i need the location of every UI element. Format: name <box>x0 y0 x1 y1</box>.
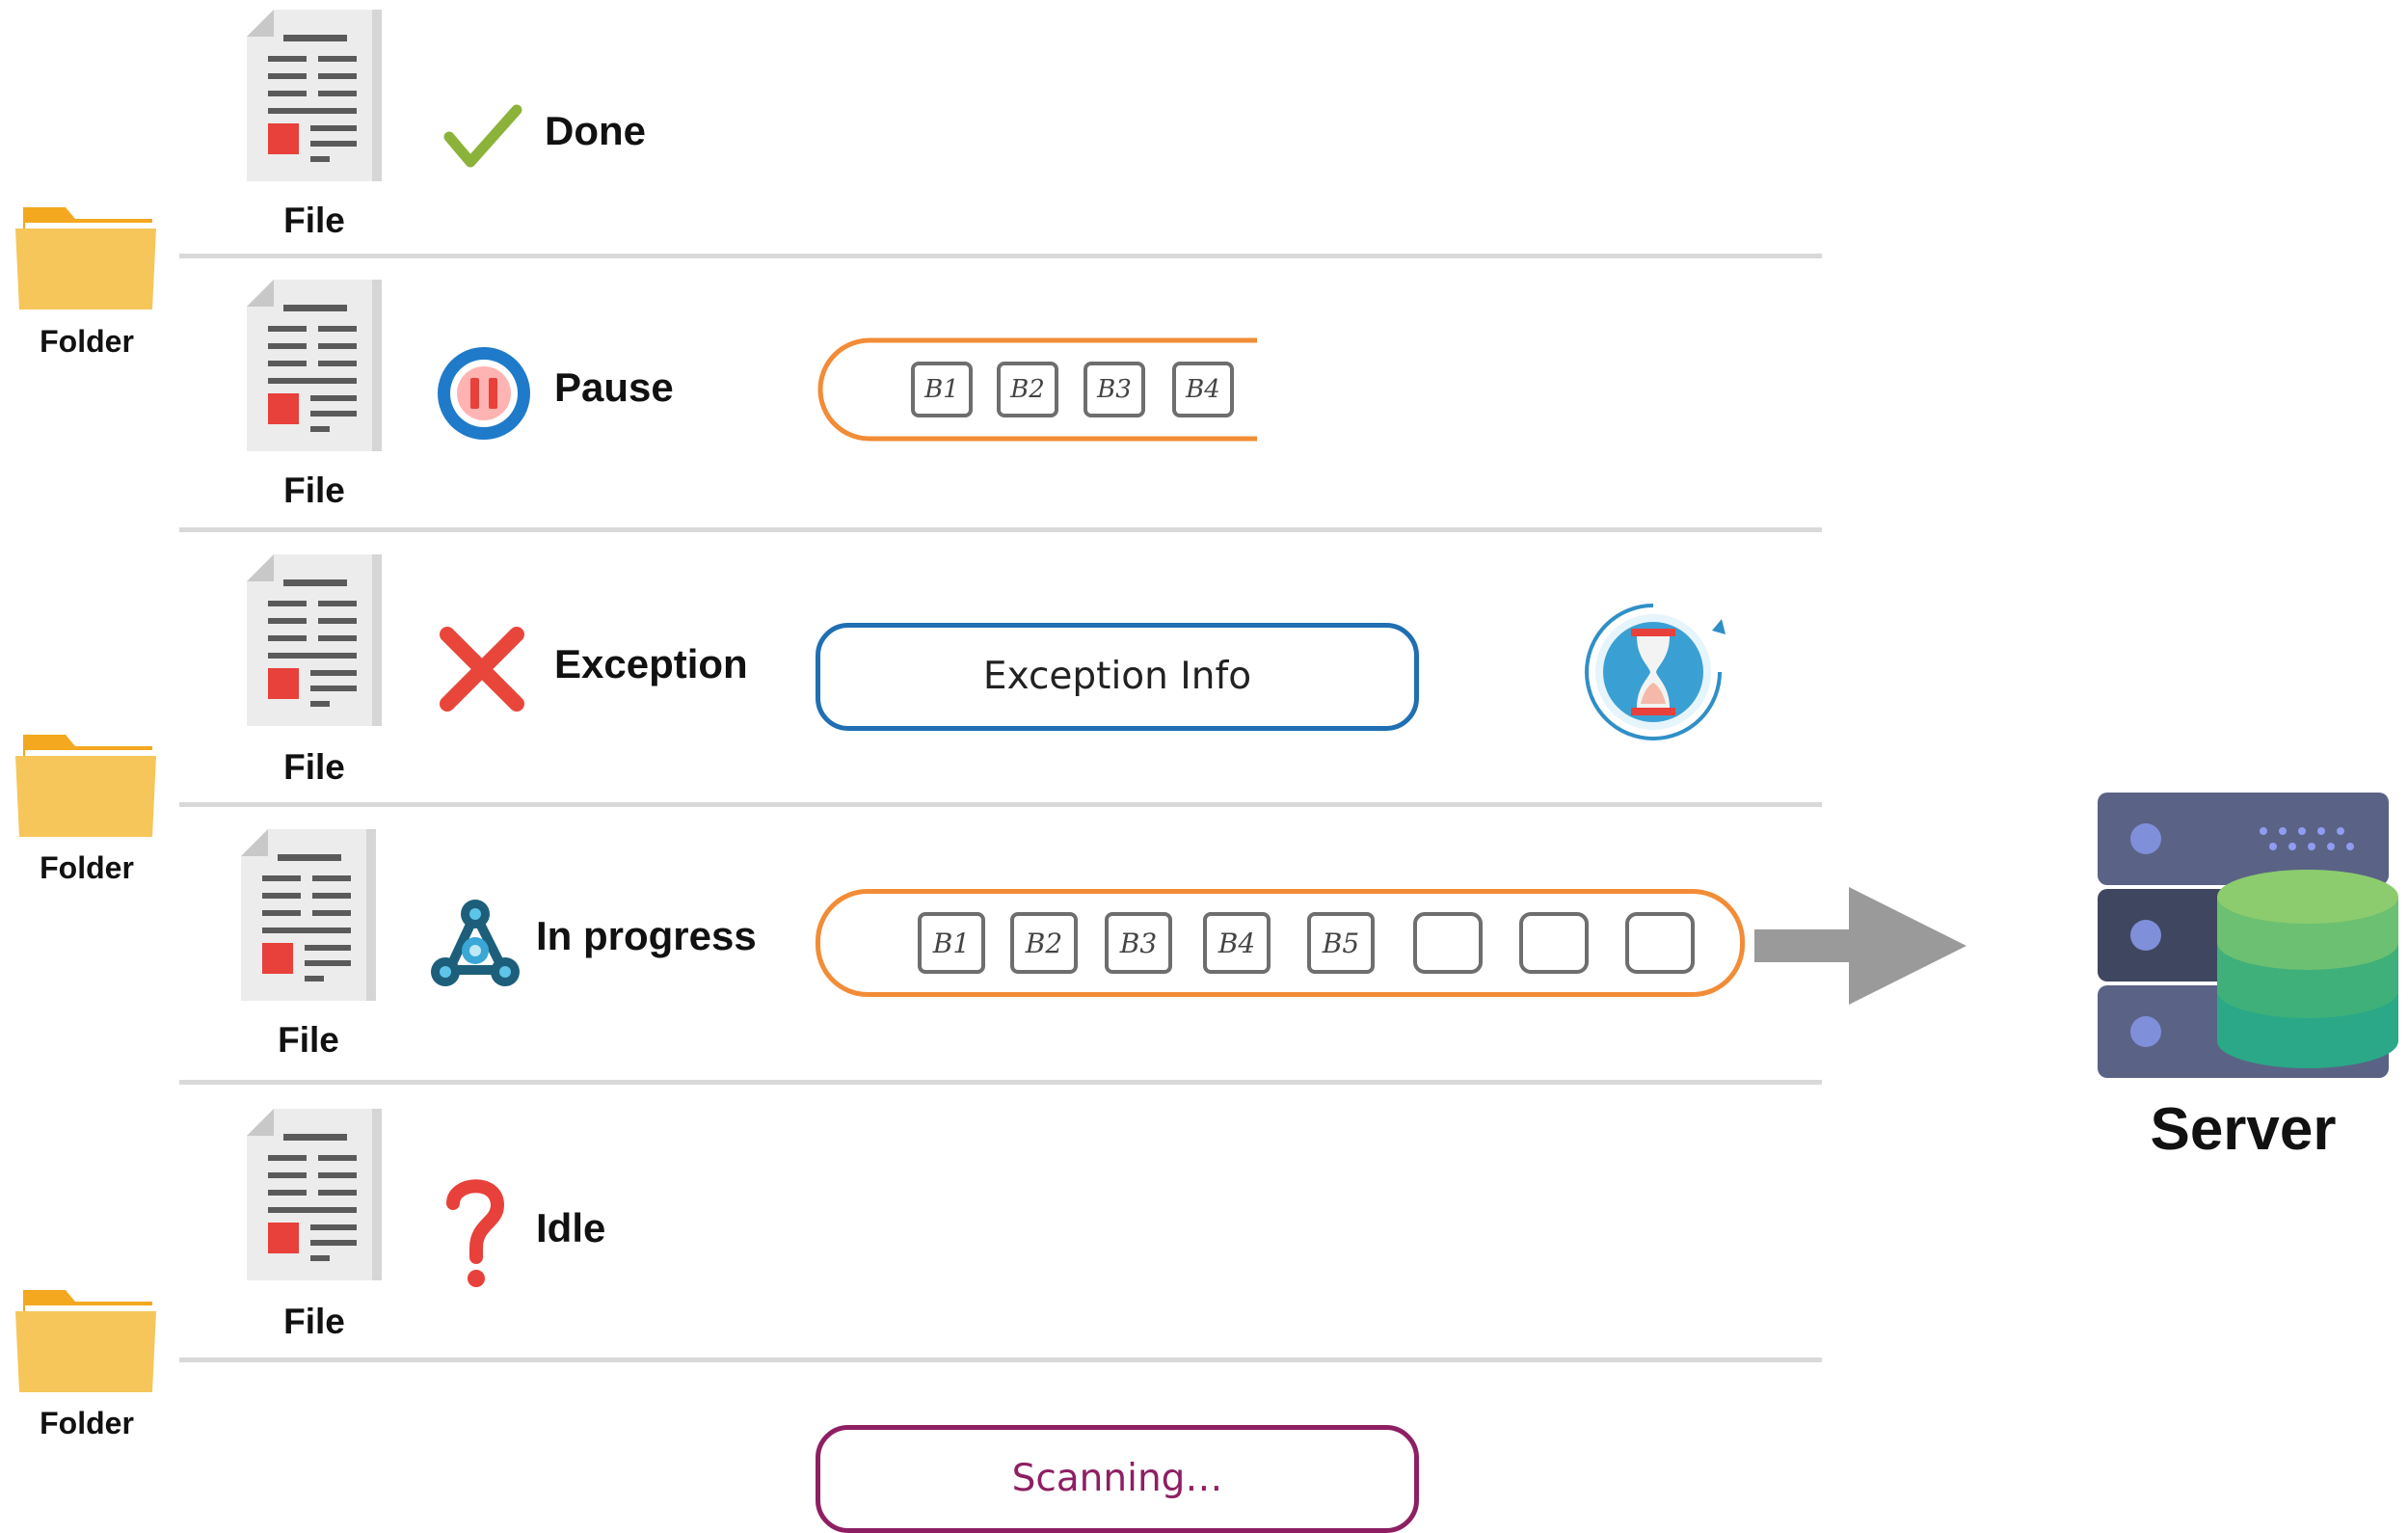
empty-block-chip <box>1625 912 1695 974</box>
row-divider <box>179 527 1822 532</box>
folder-icon <box>15 1290 156 1392</box>
empty-block-chip <box>1519 912 1589 974</box>
status-label-pause: Pause <box>554 364 674 410</box>
folder-icon <box>15 207 156 309</box>
block-chip: B1 <box>918 912 985 974</box>
pause-icon <box>438 347 530 440</box>
upload-arrow <box>1754 887 1967 1005</box>
block-chip: B2 <box>1010 912 1078 974</box>
server-label: Server <box>2150 1096 2337 1163</box>
row-divider <box>179 254 1822 258</box>
file-label: File <box>283 1302 345 1341</box>
folder-label: Folder <box>40 850 134 885</box>
block-chip: B5 <box>1307 912 1375 974</box>
status-label-exception: Exception <box>554 641 748 686</box>
row-divider <box>179 1358 1822 1362</box>
server-icon <box>2098 793 2398 1078</box>
file-icon <box>241 829 376 1001</box>
block-chip: B1 <box>911 362 973 417</box>
hourglass-retry-icon <box>1585 604 1726 740</box>
status-label-done: Done <box>545 108 646 153</box>
file-label: File <box>278 1020 339 1060</box>
exception-info-text: Exception Info <box>982 655 1252 698</box>
file-icon <box>247 10 382 181</box>
status-label-in-progress: In progress <box>536 913 757 958</box>
file-label: File <box>283 471 345 510</box>
row-divider <box>179 1080 1822 1085</box>
block-chip: B4 <box>1172 362 1234 417</box>
cross-icon <box>440 627 524 712</box>
block-chip: B3 <box>1105 912 1172 974</box>
block-chip: B2 <box>997 362 1058 417</box>
file-icon <box>247 280 382 451</box>
folder-icon <box>15 735 156 837</box>
file-icon <box>247 554 382 726</box>
status-label-idle: Idle <box>536 1205 606 1251</box>
block-chip: B3 <box>1084 362 1145 417</box>
file-icon <box>247 1109 382 1280</box>
row-divider <box>179 802 1822 807</box>
block-chip: B4 <box>1203 912 1271 974</box>
folder-label: Folder <box>40 1406 134 1440</box>
checkmark-icon <box>443 104 522 168</box>
scanning-status-box: Scanning… <box>816 1425 1419 1533</box>
file-label: File <box>283 747 345 787</box>
folder-label: Folder <box>40 324 134 359</box>
empty-block-chip <box>1413 912 1483 974</box>
spinner-icon <box>431 900 520 986</box>
question-mark-icon <box>446 1179 505 1287</box>
file-label: File <box>283 201 345 240</box>
scanning-text: Scanning… <box>1011 1457 1223 1500</box>
exception-info-box[interactable]: Exception Info <box>816 623 1419 731</box>
